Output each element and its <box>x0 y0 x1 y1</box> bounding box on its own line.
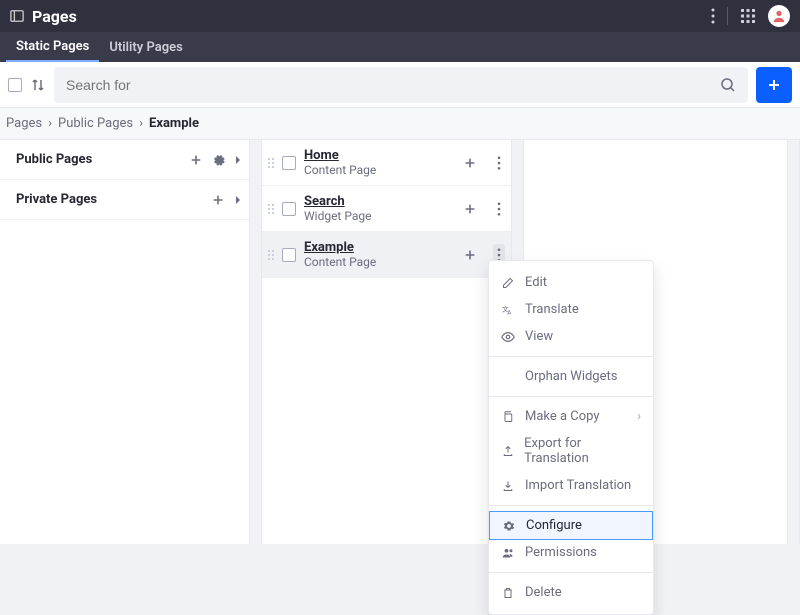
chevron-right-icon: › <box>637 409 641 424</box>
sort-icon[interactable] <box>30 77 46 93</box>
copy-icon <box>501 411 515 423</box>
divider <box>727 7 728 25</box>
kebab-icon[interactable] <box>493 152 505 174</box>
menu-item-label: Export for Translation <box>524 436 641 466</box>
add-button[interactable] <box>756 67 792 103</box>
menu-separator <box>489 396 653 397</box>
drag-handle-icon[interactable] <box>268 204 274 214</box>
menu-item-label: Edit <box>525 275 547 290</box>
eye-icon <box>501 331 515 343</box>
menu-item-permissions[interactable]: Permissions <box>489 539 653 566</box>
select-all-checkbox[interactable] <box>8 78 22 92</box>
menu-item-label: Permissions <box>525 545 597 560</box>
kebab-icon[interactable] <box>711 8 715 24</box>
sidebar-section-public[interactable]: Public Pages <box>0 140 261 180</box>
plus-icon[interactable] <box>189 153 203 167</box>
tab-static-pages[interactable]: Static Pages <box>6 32 99 62</box>
page-text: Search Widget Page <box>304 194 371 223</box>
add-child-button[interactable] <box>459 244 481 266</box>
menu-item-orphan-widgets[interactable]: Orphan Widgets <box>489 363 653 390</box>
menu-item-label: Delete <box>525 585 562 600</box>
menu-item-label: Import Translation <box>525 478 631 493</box>
page-row[interactable]: Search Widget Page <box>262 186 523 232</box>
sidebar-section-private[interactable]: Private Pages <box>0 180 261 220</box>
translate-icon: 文A <box>501 304 515 316</box>
page-title[interactable]: Search <box>304 194 371 209</box>
context-menu: Edit 文A Translate View Orphan Widgets Make a … <box>488 260 654 615</box>
pencil-icon <box>501 277 515 289</box>
add-child-button[interactable] <box>459 198 481 220</box>
add-child-button[interactable] <box>459 152 481 174</box>
row-checkbox[interactable] <box>282 248 296 262</box>
menu-item-export-for-translation[interactable]: Export for Translation <box>489 430 653 472</box>
row-checkbox[interactable] <box>282 202 296 216</box>
page-subtitle: Content Page <box>304 163 376 177</box>
menu-item-edit[interactable]: Edit <box>489 269 653 296</box>
drag-handle-icon[interactable] <box>268 250 274 260</box>
tab-utility-pages[interactable]: Utility Pages <box>99 32 192 62</box>
menu-item-view[interactable]: View <box>489 323 653 350</box>
search-icon[interactable] <box>720 77 736 93</box>
export-icon <box>501 445 514 457</box>
menu-item-label: Configure <box>526 518 582 533</box>
page-title[interactable]: Home <box>304 148 376 163</box>
breadcrumb-current: Example <box>149 116 199 131</box>
menu-separator <box>489 356 653 357</box>
menu-item-label: Make a Copy <box>525 409 600 424</box>
tabs: Static Pages Utility Pages <box>0 32 800 62</box>
menu-separator <box>489 505 653 506</box>
users-icon <box>501 547 515 559</box>
page-text: Home Content Page <box>304 148 376 177</box>
miller-columns: Public Pages Private Pages Home Content … <box>0 140 800 544</box>
page-title[interactable]: Example <box>304 240 376 255</box>
svg-text:A: A <box>507 309 511 316</box>
trash-icon <box>501 587 515 599</box>
page-title: Pages <box>32 7 711 26</box>
menu-item-label: View <box>525 329 553 344</box>
sidebar-item-label: Private Pages <box>16 192 211 207</box>
plus-icon[interactable] <box>211 193 225 207</box>
breadcrumb: Pages › Public Pages › Example <box>0 108 800 140</box>
column-2: Home Content Page Search Widget Page Exa… <box>262 140 524 544</box>
scrollbar[interactable] <box>249 140 261 544</box>
chevron-right-icon: › <box>139 116 143 131</box>
scrollbar[interactable] <box>787 140 799 544</box>
chevron-right-icon[interactable] <box>235 195 241 205</box>
row-checkbox[interactable] <box>282 156 296 170</box>
menu-item-label: Translate <box>525 302 579 317</box>
kebab-icon[interactable] <box>493 198 505 220</box>
page-subtitle: Content Page <box>304 255 376 269</box>
toolbar <box>0 62 800 108</box>
sidebar-item-label: Public Pages <box>16 152 189 167</box>
chevron-right-icon[interactable] <box>235 155 241 165</box>
page-row[interactable]: Home Content Page <box>262 140 523 186</box>
search-input[interactable] <box>66 77 720 93</box>
menu-item-delete[interactable]: Delete <box>489 579 653 606</box>
menu-item-label: Orphan Widgets <box>525 369 617 384</box>
breadcrumb-item[interactable]: Public Pages <box>58 116 133 131</box>
avatar[interactable] <box>768 5 790 27</box>
column-1: Public Pages Private Pages <box>0 140 262 544</box>
menu-item-translate[interactable]: 文A Translate <box>489 296 653 323</box>
import-icon <box>501 480 515 492</box>
search-bar[interactable] <box>54 67 748 103</box>
apps-grid-icon[interactable] <box>740 8 756 24</box>
page-subtitle: Widget Page <box>304 209 371 223</box>
menu-separator <box>489 572 653 573</box>
drag-handle-icon[interactable] <box>268 158 274 168</box>
menu-item-configure[interactable]: Configure <box>489 511 653 540</box>
gear-icon <box>502 520 516 532</box>
gear-icon[interactable] <box>213 154 225 166</box>
menu-item-make-a-copy[interactable]: Make a Copy › <box>489 403 653 430</box>
chevron-right-icon: › <box>48 116 52 131</box>
page-row[interactable]: Example Content Page <box>262 232 523 278</box>
panel-icon[interactable] <box>10 9 24 23</box>
menu-item-import-translation[interactable]: Import Translation <box>489 472 653 499</box>
breadcrumb-item[interactable]: Pages <box>6 116 42 131</box>
topbar: Pages <box>0 0 800 32</box>
page-text: Example Content Page <box>304 240 376 269</box>
